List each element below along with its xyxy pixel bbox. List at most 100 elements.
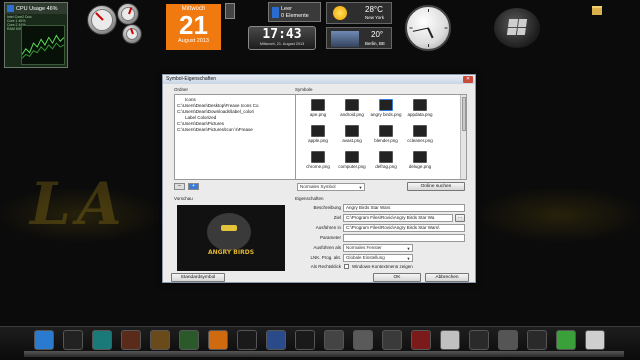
symbol-filename: ccleaner.png [407,138,433,143]
clock-tick [428,9,429,12]
symbol-grid-scrollbar[interactable] [460,95,466,179]
dock-app5-icon[interactable] [150,330,170,350]
computer-icon [345,151,359,163]
recycle-bin-status: Leer 0 Elemente [281,6,309,20]
dialog-title: Symbol-Eigenschaften [166,76,217,82]
dock-app12-icon[interactable] [353,330,373,350]
symbol-item[interactable]: avast.png [336,123,368,147]
dock-app18-icon[interactable] [527,330,547,350]
target-label: Ziel [333,215,341,220]
target-field[interactable]: C:\Program Files\Rovio\Angry Birds Star … [343,214,453,222]
weather-city: Berlin, BE [365,41,386,46]
run-in-label: Ausführen in [315,225,341,230]
dock-app16-icon[interactable] [469,330,489,350]
default-symbol-button[interactable]: Standardsymbol [171,273,225,282]
analog-clock-gadget[interactable] [405,5,451,51]
windows-flag-icon [506,19,528,35]
symbol-filename: computer.png [338,164,366,169]
symbol-item[interactable]: ccleaner.png [404,123,436,147]
clock-tick [444,27,448,29]
dock-app7-icon[interactable] [208,330,228,350]
cpu-gadget-header: CPU Usage 46% [5,3,67,14]
run-in-field[interactable]: C:\Program Files\Rovio\Angry Birds Star … [343,224,465,232]
search-online-button[interactable]: Online suchen [407,182,465,191]
symbol-filename: ape.png [309,112,327,117]
symbol-item[interactable]: defrag.png [370,149,402,173]
digital-clock-gadget[interactable]: 17:43 Mittwoch, 21. August 2013 [248,26,316,50]
symbol-filename: chrome.png [306,164,330,169]
ok-button[interactable]: OK [373,273,421,282]
cpu-usage-title: CPU Usage 46% [16,5,58,12]
folder-tree[interactable]: Icons C:\Users\Dean\Desktop\Freaxe Icons… [174,94,296,180]
dock-app6-icon[interactable] [179,330,199,350]
symbol-item[interactable]: blender.png [370,123,402,147]
symbol-item[interactable]: deluge.png [404,149,436,173]
scrollbar-thumb[interactable] [462,97,466,131]
windows-orb-gadget[interactable] [494,8,540,48]
run-as-select[interactable]: Normales Fenster ▼ [343,244,413,252]
weather-gadget[interactable]: 28°C New York 20° Berlin, BE [326,2,392,50]
description-field[interactable]: Angry Birds Star Wars [343,204,465,212]
cancel-button[interactable]: Abbrechen [425,273,469,282]
dock-app11-icon[interactable] [324,330,344,350]
calendar-gadget[interactable]: Mittwoch 21 August 2013 [166,4,221,50]
dock-app3-icon[interactable] [92,330,112,350]
symbol-type-value: Normales Symbol [300,184,336,189]
add-folder-button[interactable]: + [188,183,199,190]
close-button[interactable]: ✕ [463,76,473,83]
symbol-item[interactable]: ape.png [302,97,334,121]
symbol-item[interactable]: angry birds.png [370,97,402,121]
blender-icon [379,125,393,137]
small-gauge-gadget[interactable] [122,24,142,44]
context-menu-text: Windows-Kontextmenü zeigen [352,264,413,269]
speedometer-gadget[interactable] [87,5,117,35]
small-gauge-gadget[interactable] [117,3,139,25]
folder-icon[interactable] [592,6,602,15]
dock-app8-icon[interactable] [237,330,257,350]
apple-icon [311,125,325,137]
dock-app15-icon[interactable] [440,330,460,350]
dock-app14-icon[interactable] [411,330,431,350]
dock-finder-icon[interactable] [34,330,54,350]
digital-clock-time: 17:43 [262,27,302,42]
symbol-item[interactable]: computer.png [336,149,368,173]
weather-temperature: 28°C [365,5,383,14]
symbol-item[interactable]: appdata.png [404,97,436,121]
dock-app9-icon[interactable] [266,330,286,350]
symbol-item[interactable]: android.png [336,97,368,121]
recycle-bin-line: 0 Elemente [281,13,309,19]
dock-app2-icon[interactable] [63,330,83,350]
symbol-item[interactable]: chrome.png [302,149,334,173]
cpu-usage-gadget[interactable]: CPU Usage 46% Intel Core2 Duo Core 1 46%… [4,2,68,68]
dock-app4-icon[interactable] [121,330,141,350]
dock-app13-icon[interactable] [382,330,402,350]
dock-shelf [24,351,624,357]
dock-app19-icon[interactable] [556,330,576,350]
parameters-field[interactable] [343,234,465,242]
clock-minute-hand [412,27,429,32]
chrome-icon [311,151,325,163]
symbol-grid[interactable]: ape.png android.png angry birds.png appd… [295,94,467,180]
chevron-down-icon: ▼ [406,246,411,251]
context-menu-checkbox[interactable] [344,264,349,269]
symbol-properties-dialog: Symbol-Eigenschaften ✕ Ordner Icons C:\U… [162,74,476,283]
dock-app17-icon[interactable] [498,330,518,350]
lnk-label: LNK. Prog. akt. [310,255,341,260]
symbol-filename: android.png [340,112,364,117]
dock-app10-icon[interactable] [295,330,315,350]
symbol-filename: deluge.png [408,164,432,169]
recycle-bin-gadget[interactable]: Leer 0 Elemente [268,2,321,22]
sun-icon [333,6,347,20]
lnk-select[interactable]: Globale Einstellung ▼ [343,254,413,262]
recycle-bin-icon[interactable] [225,3,235,19]
tree-item[interactable]: C:\Users\Dean\Pictures\Icon`s\Freaxe [177,127,293,133]
symbol-type-select[interactable]: Normales Symbol ▼ [297,183,365,191]
clock-hour-hand [427,27,434,39]
dock-app20-icon[interactable] [585,330,605,350]
symbol-item[interactable]: apple.png [302,123,334,147]
remove-folder-button[interactable]: – [174,183,185,190]
dialog-title-bar[interactable]: Symbol-Eigenschaften ✕ [163,75,475,84]
preview-caption: ANGRY BIRDS [207,249,255,256]
weather-box: 28°C New York [326,2,392,24]
browse-button[interactable]: ... [455,214,465,222]
